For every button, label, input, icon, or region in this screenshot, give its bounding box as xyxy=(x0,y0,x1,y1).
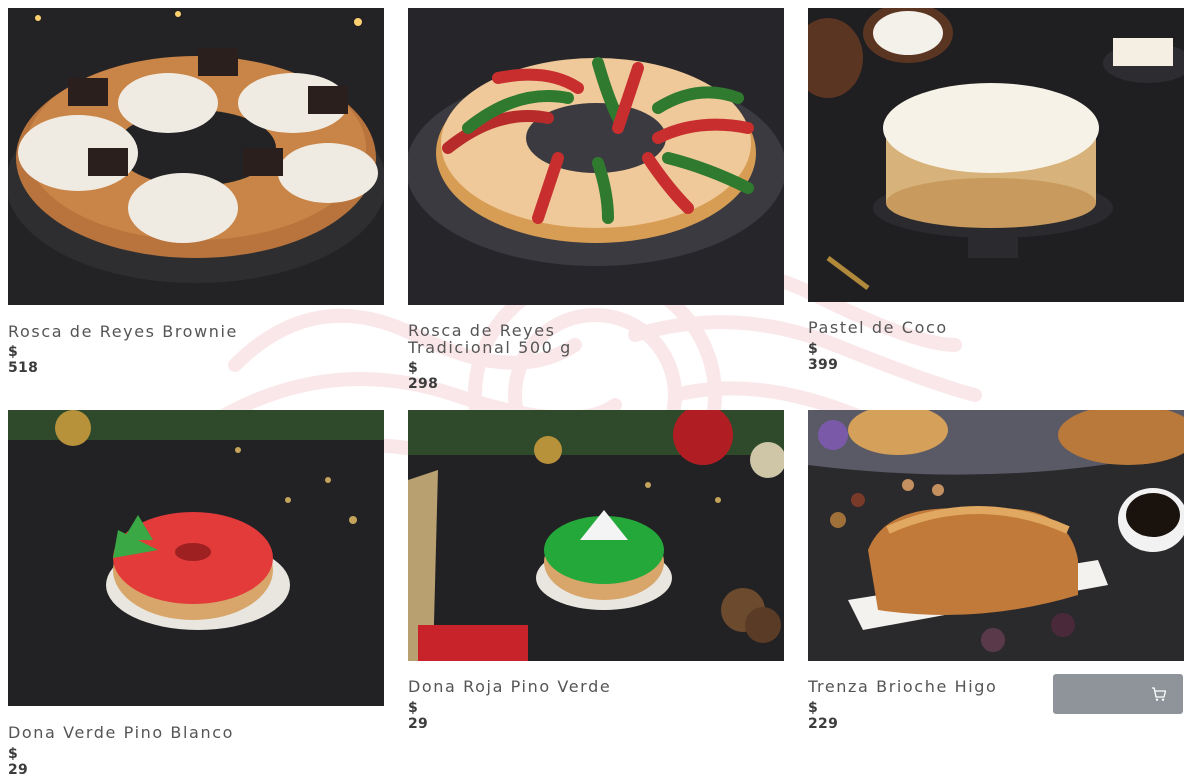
product-name[interactable]: Dona Verde Pino Blanco xyxy=(8,724,384,741)
add-to-cart-button[interactable] xyxy=(1053,674,1183,714)
brioche-image[interactable] xyxy=(808,410,1184,661)
red-donut-photo-icon xyxy=(8,410,384,706)
green-donut-photo-icon xyxy=(408,410,784,661)
cart-icon xyxy=(1152,687,1167,701)
product-price: $ 29 xyxy=(408,700,429,732)
product-name[interactable]: Rosca de Reyes Brownie xyxy=(8,323,384,340)
product-name[interactable]: Pastel de Coco xyxy=(808,319,1184,336)
product-name-line2: Tradicional 500 g xyxy=(408,338,572,357)
pastel-coco-image[interactable] xyxy=(808,8,1184,302)
product-price: $ 29 xyxy=(8,746,29,778)
product-price: $ 399 xyxy=(808,341,839,373)
product-name-line1: Rosca de Reyes xyxy=(408,321,556,340)
product-price: $ 298 xyxy=(408,360,439,392)
red-donut-image[interactable] xyxy=(8,410,384,706)
rosca-tradicional-image[interactable] xyxy=(408,8,784,305)
rosca-brownie-image[interactable] xyxy=(8,8,384,305)
product-name[interactable]: Rosca de Reyes Tradicional 500 g xyxy=(408,322,784,356)
brioche-photo-icon xyxy=(808,410,1184,661)
product-name[interactable]: Trenza Brioche Higo xyxy=(808,678,1048,695)
rosca-tradicional-photo-icon xyxy=(408,8,784,305)
product-price: $ 518 xyxy=(8,344,39,376)
product-name[interactable]: Dona Roja Pino Verde xyxy=(408,678,784,695)
rosca-brownie-photo-icon xyxy=(8,8,384,305)
product-price: $ 229 xyxy=(808,700,839,732)
green-donut-image[interactable] xyxy=(408,410,784,661)
pastel-coco-photo-icon xyxy=(808,8,1184,302)
